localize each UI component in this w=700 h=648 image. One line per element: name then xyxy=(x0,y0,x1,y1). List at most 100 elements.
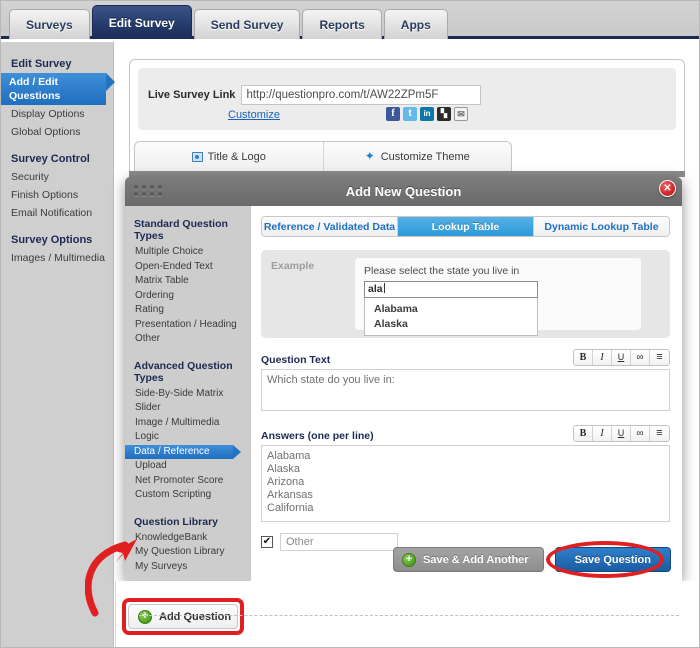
subtab-customize-theme[interactable]: ✦ Customize Theme xyxy=(324,142,512,171)
top-nav-tab-list: Surveys Edit Survey Send Survey Reports … xyxy=(9,5,448,39)
example-question-text: Please select the state you live in xyxy=(364,265,520,277)
qt-item-rating[interactable]: Rating xyxy=(134,303,251,318)
save-question-button-wrap: Save Question xyxy=(545,541,671,578)
top-navigation-bar: Surveys Edit Survey Send Survey Reports … xyxy=(1,1,699,39)
save-and-add-another-button[interactable]: + Save & Add Another xyxy=(393,547,544,572)
sidebar-group-title-survey-control: Survey Control xyxy=(11,153,90,165)
subtab-title-logo-label: Title & Logo xyxy=(207,150,266,163)
qt-item-my-question-library[interactable]: My Question Library xyxy=(134,545,251,560)
sidebar-item-security[interactable]: Security xyxy=(9,168,113,186)
nav-tab-edit-survey[interactable]: Edit Survey xyxy=(91,5,192,39)
email-icon[interactable]: ✉ xyxy=(454,107,468,121)
sidebar-item-images-multimedia[interactable]: Images / Multimedia xyxy=(9,249,113,267)
survey-link-row: Live Survey Link xyxy=(148,85,482,105)
sidebar-item-email-notification[interactable]: Email Notification xyxy=(9,204,113,222)
add-question-label: Add Question xyxy=(159,610,232,623)
customize-link[interactable]: Customize xyxy=(228,109,280,121)
nav-tab-send-survey[interactable]: Send Survey xyxy=(193,9,301,39)
survey-link-label: Live Survey Link xyxy=(148,89,236,101)
modal-header[interactable]: Add New Question ✕ xyxy=(125,177,682,206)
sidebar-group-title-survey-options: Survey Options xyxy=(11,234,93,246)
add-new-question-modal: Add New Question ✕ Standard Question Typ… xyxy=(125,177,682,581)
facebook-icon[interactable]: f xyxy=(386,107,400,121)
underline-icon[interactable]: U xyxy=(612,426,631,441)
bold-icon[interactable]: B xyxy=(574,426,593,441)
qt-item-open-ended-text[interactable]: Open-Ended Text xyxy=(134,260,251,275)
save-question-button[interactable]: Save Question xyxy=(554,547,671,572)
qt-item-side-by-side-matrix[interactable]: Side-By-Side Matrix xyxy=(134,387,251,402)
modal-tab-bar: Reference / Validated Data Lookup Table … xyxy=(261,216,670,237)
qr-code-icon[interactable]: ▚ xyxy=(437,107,451,121)
text-caret-icon xyxy=(383,283,385,293)
example-preview-box: Example Please select the state you live… xyxy=(261,250,670,338)
example-search-input[interactable]: ala xyxy=(364,281,538,298)
question-text-rte-toolbar: B I U ∞ ≡ xyxy=(573,349,670,366)
sidebar-item-display-options[interactable]: Display Options xyxy=(9,105,113,123)
drag-handle-icon[interactable] xyxy=(134,185,166,199)
example-suggestion-item[interactable]: Alabama xyxy=(365,301,537,316)
other-label-input[interactable] xyxy=(280,533,398,551)
underline-icon[interactable]: U xyxy=(612,350,631,365)
qt-item-net-promoter-score[interactable]: Net Promoter Score xyxy=(134,474,251,489)
qt-group-library-title: Question Library xyxy=(134,515,219,528)
save-and-add-another-label: Save & Add Another xyxy=(423,553,529,566)
nav-tab-surveys[interactable]: Surveys xyxy=(9,9,90,39)
sidebar-group-title-edit-survey: Edit Survey xyxy=(11,58,72,70)
title-logo-icon xyxy=(191,151,203,162)
list-icon[interactable]: ≡ xyxy=(650,350,669,365)
link-icon[interactable]: ∞ xyxy=(631,426,650,441)
tab-lookup-table[interactable]: Lookup Table xyxy=(398,217,534,236)
qt-item-ordering[interactable]: Ordering xyxy=(134,289,251,304)
list-icon[interactable]: ≡ xyxy=(650,426,669,441)
italic-icon[interactable]: I xyxy=(593,350,612,365)
qt-item-image-multimedia[interactable]: Image / Multimedia xyxy=(134,416,251,431)
tab-lookup-table-label: Lookup Table xyxy=(431,220,500,233)
nav-tab-apps[interactable]: Apps xyxy=(383,9,448,39)
qt-item-slider[interactable]: Slider xyxy=(134,401,251,416)
brush-icon: ✦ xyxy=(364,149,375,163)
nav-tab-reports[interactable]: Reports xyxy=(302,9,382,39)
sidebar-item-add-edit-questions[interactable]: Add / Edit Questions xyxy=(1,73,115,105)
qt-item-matrix-table[interactable]: Matrix Table xyxy=(134,274,251,289)
italic-icon[interactable]: I xyxy=(593,426,612,441)
social-share-row: f t in ▚ ✉ xyxy=(386,107,468,121)
tab-reference-validated-data[interactable]: Reference / Validated Data xyxy=(262,217,398,236)
tab-dynamic-lookup-table[interactable]: Dynamic Lookup Table xyxy=(534,217,669,236)
question-text-header: Question Text B I U ∞ ≡ xyxy=(261,349,670,366)
survey-link-input[interactable] xyxy=(241,85,482,105)
subtab-title-logo[interactable]: Title & Logo xyxy=(135,142,324,171)
link-icon[interactable]: ∞ xyxy=(631,350,650,365)
qt-item-multiple-choice[interactable]: Multiple Choice xyxy=(134,245,251,260)
add-question-button[interactable]: + Add Question xyxy=(128,604,238,629)
example-suggestion-item[interactable]: Alaska xyxy=(365,316,537,331)
left-sidebar: Edit Survey Add / Edit Questions Display… xyxy=(1,42,115,647)
qt-item-upload[interactable]: Upload xyxy=(134,459,251,474)
qt-item-data-reference[interactable]: Data / Reference xyxy=(125,444,241,459)
qt-item-presentation-heading[interactable]: Presentation / Heading xyxy=(134,318,251,333)
question-text-label: Question Text xyxy=(261,354,331,366)
plus-icon: + xyxy=(138,609,152,624)
sidebar-item-finish-options[interactable]: Finish Options xyxy=(9,186,113,204)
subtab-customize-theme-label: Customize Theme xyxy=(380,150,470,163)
bold-icon[interactable]: B xyxy=(574,350,593,365)
modal-footer: + Save & Add Another Save Question xyxy=(393,541,671,578)
question-type-panel: Standard Question Types Multiple Choice … xyxy=(125,206,251,581)
answers-input[interactable] xyxy=(261,445,670,522)
qt-item-custom-scripting[interactable]: Custom Scripting xyxy=(134,488,251,503)
close-icon[interactable]: ✕ xyxy=(659,180,676,197)
example-search-value: ala xyxy=(368,283,383,295)
linkedin-icon[interactable]: in xyxy=(420,107,434,121)
answers-label: Answers (one per line) xyxy=(261,430,374,442)
app-root: Surveys Edit Survey Send Survey Reports … xyxy=(0,0,700,648)
modal-body: Standard Question Types Multiple Choice … xyxy=(125,206,682,581)
qt-item-my-surveys[interactable]: My Surveys xyxy=(134,560,251,575)
other-checkbox[interactable]: ✔ xyxy=(261,536,273,548)
question-text-input[interactable] xyxy=(261,369,670,411)
qt-group-advanced-title: Advanced Question Types xyxy=(134,359,233,384)
qt-item-logic[interactable]: Logic xyxy=(134,430,251,445)
qt-item-knowledgebank[interactable]: KnowledgeBank xyxy=(134,531,251,546)
twitter-icon[interactable]: t xyxy=(403,107,417,121)
qt-item-other[interactable]: Other xyxy=(134,332,251,347)
answers-rte-toolbar: B I U ∞ ≡ xyxy=(573,425,670,442)
sidebar-item-global-options[interactable]: Global Options xyxy=(9,123,113,141)
